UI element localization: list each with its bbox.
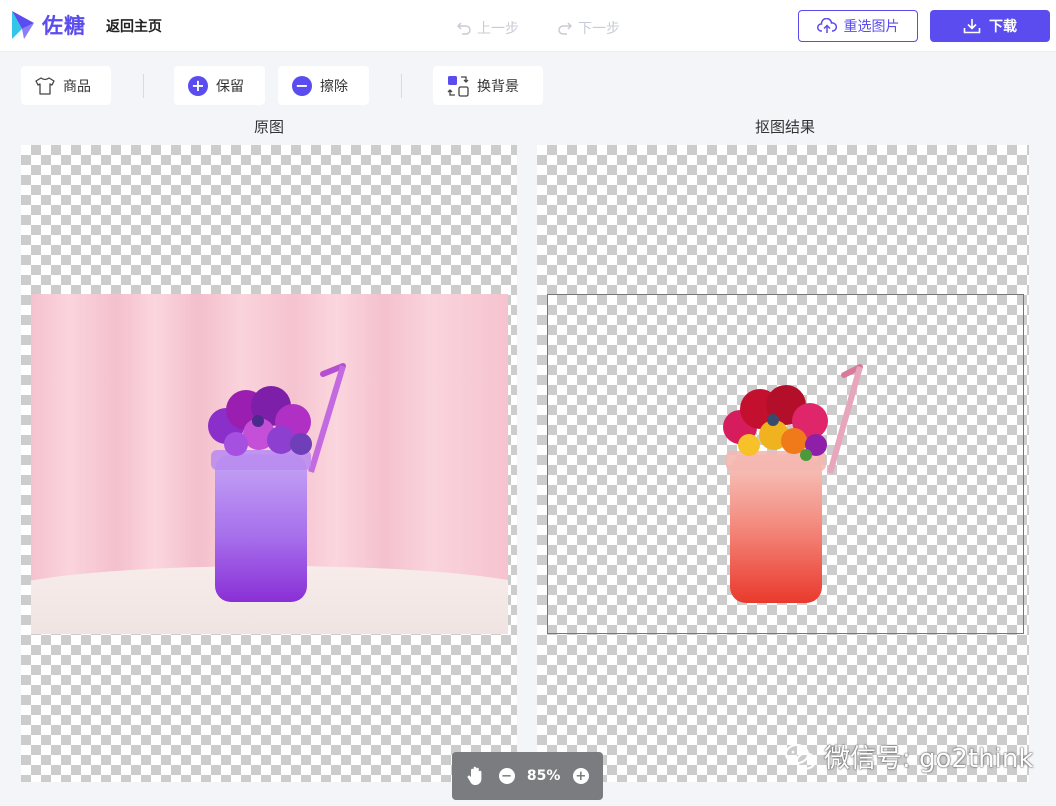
- download-icon: [963, 19, 981, 34]
- reselect-image-button[interactable]: 重选图片: [798, 10, 918, 42]
- product-mode-button[interactable]: 商品: [21, 66, 111, 105]
- logo-text: 佐糖: [42, 14, 86, 38]
- zoom-controls: − 85% +: [452, 752, 603, 800]
- back-home-link[interactable]: 返回主页: [106, 16, 162, 36]
- toolbar-divider: [401, 74, 402, 98]
- change-bg-label: 换背景: [477, 78, 519, 95]
- redo-button[interactable]: 下一步: [557, 18, 620, 38]
- toolbar-divider: [143, 74, 144, 98]
- wechat-icon: [785, 743, 816, 769]
- history-controls: 上一步 下一步: [456, 18, 620, 38]
- logo[interactable]: 佐糖: [10, 9, 86, 41]
- zoom-out-icon[interactable]: −: [498, 768, 515, 784]
- redo-label: 下一步: [578, 21, 620, 37]
- cloud-upload-icon: [816, 18, 837, 33]
- erase-label: 擦除: [320, 78, 348, 95]
- reselect-label: 重选图片: [843, 19, 900, 35]
- cutout-drink-image: [723, 364, 863, 603]
- watermark-text: 微信号: go2think: [824, 744, 1034, 774]
- plus-icon: +: [188, 75, 208, 96]
- result-bounding-frame: [547, 294, 1024, 634]
- hand-pan-icon[interactable]: [466, 765, 486, 787]
- swap-background-icon: [447, 75, 469, 97]
- watermark: 微信号: go2think: [784, 738, 1033, 775]
- original-photo: [31, 294, 508, 634]
- top-bar: 佐糖 返回主页 上一步 下一步 重选图片 下载: [0, 0, 1056, 52]
- download-button[interactable]: 下载: [930, 10, 1050, 42]
- download-label: 下载: [989, 19, 1017, 35]
- undo-icon: [456, 22, 471, 35]
- drink-jar-image: [208, 363, 346, 602]
- original-canvas[interactable]: [21, 145, 517, 782]
- minus-icon: −: [292, 75, 312, 96]
- shirt-icon: [35, 76, 55, 95]
- original-panel-title: 原图: [253, 118, 284, 136]
- undo-button[interactable]: 上一步: [456, 18, 519, 38]
- logo-icon: [12, 11, 34, 39]
- erase-brush-button[interactable]: − 擦除: [278, 66, 369, 105]
- undo-label: 上一步: [477, 21, 519, 37]
- zoom-in-icon[interactable]: +: [572, 768, 589, 784]
- redo-icon: [558, 22, 573, 35]
- keep-brush-button[interactable]: + 保留: [174, 66, 265, 105]
- keep-label: 保留: [216, 78, 244, 95]
- result-canvas[interactable]: [537, 145, 1029, 782]
- product-label: 商品: [63, 78, 91, 95]
- change-background-button[interactable]: 换背景: [433, 66, 543, 105]
- result-panel-title: 抠图结果: [754, 118, 815, 136]
- zoom-level: 85%: [526, 768, 561, 784]
